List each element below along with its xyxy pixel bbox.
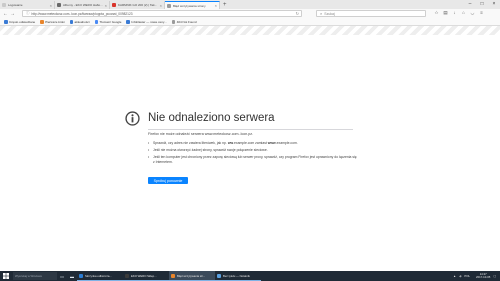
bookmark-icon [40,20,44,24]
back-icon[interactable]: ← [2,11,9,17]
bookmark-item[interactable]: 404 Not Found [171,20,197,24]
new-tab-button[interactable]: + [220,1,230,9]
bookmark-label: aktualności [74,20,90,24]
url-bar[interactable]: ⓘ http://www.meteokosz.com..Icon.pz/ttww… [22,10,302,17]
app-label: EKO WERO Sklep... [131,273,157,278]
bookmark-icon [171,20,176,24]
bookmark-item[interactable]: Pierwsze kroki [40,20,65,24]
list-item: Jeśli ten komputer jest chroniony przez … [148,155,358,164]
suggestion-list: Sprawdź, czy adres nie zawiera literówek… [148,141,358,167]
start-button[interactable] [0,271,12,281]
taskbar-app[interactable]: Bez tytułu — Notatnik [215,271,261,281]
bookmark-label: Często odwiedzane [9,20,36,24]
bookmark-icon [4,20,8,24]
tab-label: KARMNIK GO 200 (2) | Tak... [118,3,158,7]
close-tab-icon[interactable]: × [105,3,107,8]
system-tray: ▲ ◂) POL 14:27 2017-10-05 ▢ [450,271,496,281]
download-icon[interactable]: ↓ [450,10,459,16]
search-bar[interactable]: ⌕ Szukaj [316,10,426,17]
divider [148,129,353,130]
volume-icon[interactable]: ◂) [459,274,461,278]
taskbar-app[interactable]: Skrzynka odbiorcza... [77,271,123,281]
bookmark-item[interactable]: Infoblaster — nowe ceny... [126,20,167,24]
bookmark-label: 404 Not Found [176,20,197,24]
clock[interactable]: 14:27 2017-10-05 [473,272,491,280]
network-icon[interactable]: ▲ [453,274,456,278]
info-icon[interactable]: ⓘ [26,11,30,16]
bookmark-icon [126,20,130,24]
bookmark-icon [69,20,74,24]
pocket-icon[interactable]: ◡ [468,10,477,16]
close-tab-icon[interactable]: × [215,3,217,8]
task-view-icon[interactable]: ▭ [57,271,67,281]
bookmark-icon [94,20,99,24]
taskbar-search-placeholder: Wyszukaj w Windows [15,274,42,278]
close-window-icon[interactable]: × [488,0,500,8]
star-icon[interactable]: ☆ [432,10,441,16]
taskbar: Wyszukaj w Windows ▭ ▬ Skrzynka odbiorcz… [0,271,500,281]
navigation-bar: ← → ⓘ http://www.meteokosz.com..Icon.pz/… [0,9,500,19]
bookmark-item[interactable]: Tłumacz Google [94,20,122,24]
menu-icon[interactable]: ≡ [477,10,486,16]
search-placeholder: Szukaj [324,11,335,16]
toolbar-icons: ☆ ▤ ↓ ⌂ ◡ ≡ [432,10,486,16]
tab-strip: Logowanie × Albumy - EKO WERO Haftowane … [0,0,500,9]
tab-label: Błąd wczytywania strony [173,3,206,8]
list-item: Jeśli nie można otworzyć żadnej strony, … [148,148,358,153]
search-icon: ⌕ [320,11,323,16]
home-icon[interactable]: ⌂ [459,10,468,16]
close-tab-icon[interactable]: × [50,3,52,8]
windows-icon [3,273,9,279]
forward-icon[interactable]: → [9,11,16,17]
page-icon [2,3,6,7]
bookmark-label: Infoblaster — nowe ceny... [131,20,167,24]
page-title: Nie odnaleziono serwera [148,112,275,124]
page-icon [112,3,116,7]
explorer-icon[interactable]: ▬ [67,271,77,281]
bookmark-item[interactable]: Często odwiedzane [4,20,35,24]
library-icon[interactable]: ▤ [441,10,450,16]
bookmark-label: Tłumacz Google [99,20,122,24]
taskbar-app[interactable]: Błąd wczytywania str... [169,271,215,281]
tab-albumy[interactable]: Albumy - EKO WERO Haftowane × [55,1,110,9]
app-label: Błąd wczytywania str... [177,273,206,278]
error-stripe [0,26,500,35]
notification-icon[interactable]: ▢ [493,274,496,278]
retry-button[interactable]: Spróbuj ponownie [148,177,188,184]
taskbar-app[interactable]: EKO WERO Sklep... [123,271,169,281]
app-icon [125,273,129,278]
app-label: Bez tytułu — Notatnik [223,273,250,278]
bookmark-item[interactable]: aktualności [69,20,90,24]
app-label: Skrzynka odbiorcza... [85,273,112,278]
close-tab-icon[interactable]: × [160,3,162,8]
tab-logowanie[interactable]: Logowanie × [0,1,55,9]
app-icon [171,273,175,278]
error-description: Firefox nie może odnaleźć serwera www.me… [148,132,254,136]
reload-icon[interactable]: ↻ [296,11,299,16]
tab-label: Albumy - EKO WERO Haftowane [63,3,104,7]
tab-error-page[interactable]: Błąd wczytywania strony × [165,1,220,9]
app-icon [79,273,83,278]
tab-label: Logowanie [8,3,23,7]
bookmarks-bar: Często odwiedzane Pierwsze kroki aktualn… [0,19,500,26]
window-controls: – □ × [464,0,500,8]
app-icon [217,273,221,278]
page-icon [167,3,171,8]
info-icon [125,111,140,126]
tab-karmnik[interactable]: KARMNIK GO 200 (2) | Tak... × [110,1,165,9]
minimize-icon[interactable]: – [464,0,476,8]
maximize-icon[interactable]: □ [476,0,488,8]
url-text: http://www.meteokosz.com..Icon.pz/ttwwsw… [31,11,133,16]
list-item: Sprawdź, czy adres nie zawiera literówek… [148,141,358,146]
page-icon [57,3,61,7]
taskbar-search-input[interactable]: Wyszukaj w Windows [13,272,57,280]
bookmark-label: Pierwsze kroki [45,20,65,24]
language-indicator[interactable]: POL [464,274,470,278]
clock-date: 2017-10-05 [476,275,491,279]
